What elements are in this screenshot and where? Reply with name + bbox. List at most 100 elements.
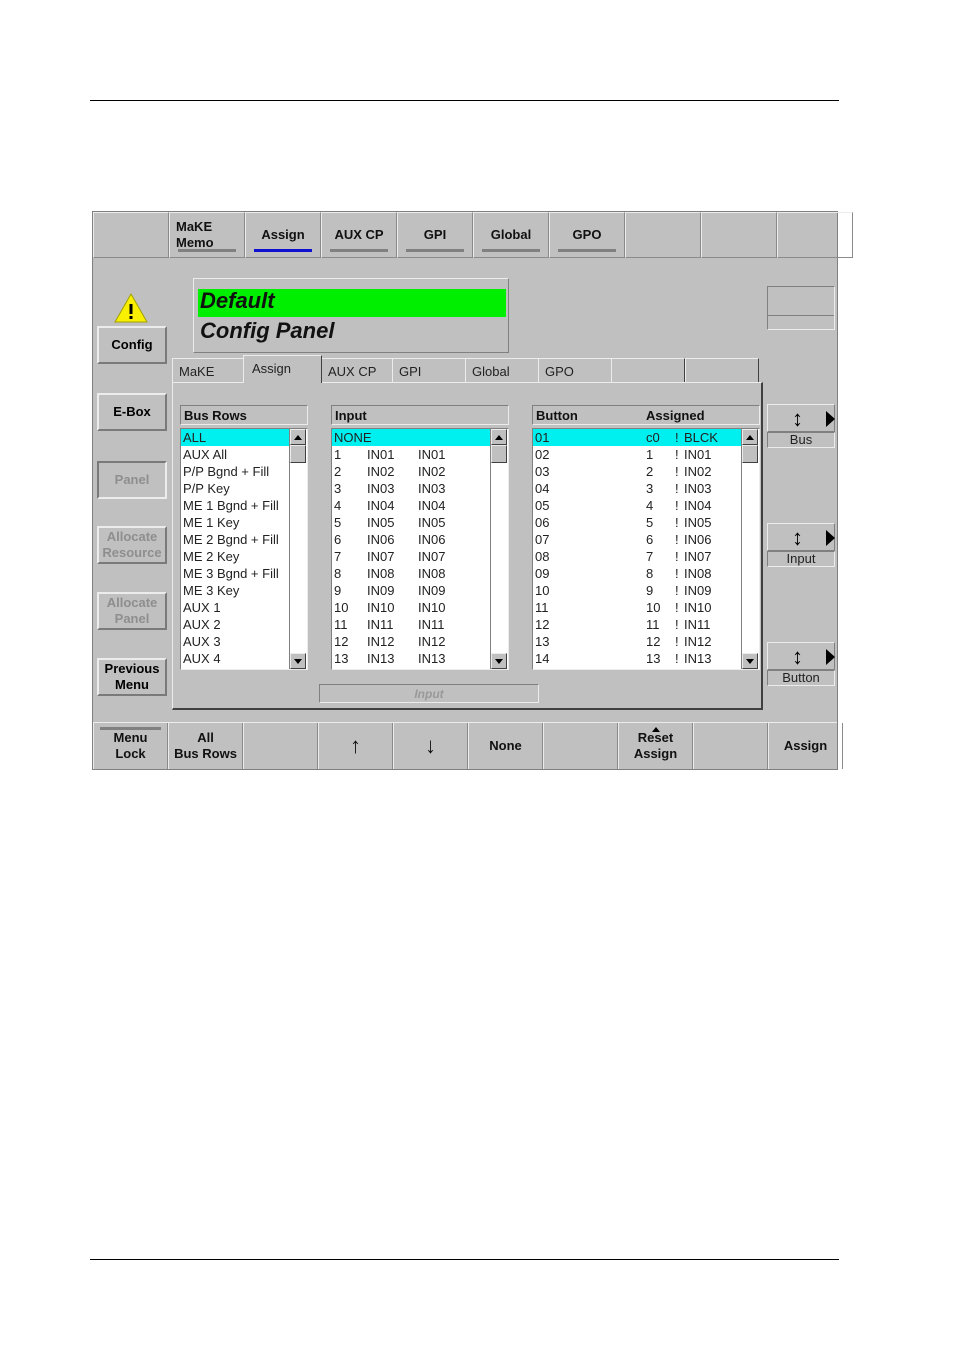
list-item[interactable]: 14 13! IN13: [533, 650, 742, 667]
list-item[interactable]: 11 IN11 IN11: [332, 616, 491, 633]
list-item[interactable]: ME 1 Bgnd + Fill: [181, 497, 290, 514]
list-item[interactable]: 6 IN06 IN06: [332, 531, 491, 548]
list-item[interactable]: 03 2! IN02: [533, 463, 742, 480]
top-menu-blank[interactable]: [777, 212, 853, 258]
list-item[interactable]: 8 IN08 IN08: [332, 565, 491, 582]
reset-assign-button[interactable]: Reset Assign: [618, 723, 693, 769]
all-bus-rows-button[interactable]: All Bus Rows: [168, 723, 243, 769]
list-item[interactable]: 5 IN05 IN05: [332, 514, 491, 531]
list-item[interactable]: AUX All: [181, 446, 290, 463]
config-button[interactable]: Config: [97, 326, 167, 364]
input-scrollbar[interactable]: [490, 429, 508, 669]
top-menu-blank[interactable]: [701, 212, 777, 258]
spinner-control[interactable]: ↕: [767, 523, 835, 551]
list-item[interactable]: 11 10! IN10: [533, 599, 742, 616]
spinner-control[interactable]: ↕: [767, 642, 835, 670]
none-button[interactable]: None: [468, 723, 543, 769]
assign-tab-panel: Bus Rows ALL AUX All P/P Bgnd + Fill P/P Ke…: [172, 382, 763, 710]
e-box-button[interactable]: E-Box: [97, 393, 167, 431]
input-field[interactable]: Input: [319, 684, 539, 703]
scroll-down-icon: [294, 659, 302, 664]
top-menu-assign[interactable]: Assign: [245, 212, 321, 258]
blank-button[interactable]: [243, 723, 318, 769]
scroll-down-button[interactable]: [491, 653, 507, 669]
button-spinner[interactable]: ↕ Button: [767, 642, 835, 686]
list-item[interactable]: 9 IN09 IN09: [332, 582, 491, 599]
list-item[interactable]: 02 1! IN01: [533, 446, 742, 463]
tab-make[interactable]: MaKE: [172, 358, 244, 382]
list-item[interactable]: 06 5! IN05: [533, 514, 742, 531]
list-item[interactable]: 3 IN03 IN03: [332, 480, 491, 497]
panel-button[interactable]: Panel: [97, 461, 167, 499]
blank-button[interactable]: [693, 723, 768, 769]
top-menu-aux-cp[interactable]: AUX CP: [321, 212, 397, 258]
list-item[interactable]: ME 2 Key: [181, 548, 290, 565]
list-item[interactable]: 12 11! IN11: [533, 616, 742, 633]
list-item[interactable]: 2 IN02 IN02: [332, 463, 491, 480]
input-spinner[interactable]: ↕ Input: [767, 523, 835, 567]
button-list[interactable]: 01 c0! BLCK 02 1! IN01 03 2! IN02 04 3! IN03 05 4! IN0…: [532, 428, 760, 670]
top-menu-make-memo[interactable]: MaKE Memo: [169, 212, 245, 258]
list-item[interactable]: AUX 2: [181, 616, 290, 633]
list-item[interactable]: ALL: [181, 429, 290, 446]
spinner-control[interactable]: ↕: [767, 404, 835, 432]
list-item[interactable]: 09 8! IN08: [533, 565, 742, 582]
list-item[interactable]: P/P Bgnd + Fill: [181, 463, 290, 480]
list-item[interactable]: AUX 4: [181, 650, 290, 667]
list-item[interactable]: 12 IN12 IN12: [332, 633, 491, 650]
tab-gpo[interactable]: GPO: [538, 358, 612, 382]
tab-global[interactable]: Global: [465, 358, 539, 382]
list-item[interactable]: ME 3 Bgnd + Fill: [181, 565, 290, 582]
top-menu-gpi[interactable]: GPI: [397, 212, 473, 258]
tab-assign[interactable]: Assign: [243, 355, 322, 383]
scroll-up-button[interactable]: [290, 429, 306, 445]
list-item[interactable]: 4 IN04 IN04: [332, 497, 491, 514]
tab-aux-cp[interactable]: AUX CP: [321, 358, 393, 382]
assign-button[interactable]: Assign: [768, 723, 843, 769]
scroll-thumb[interactable]: [742, 445, 758, 463]
scroll-thumb[interactable]: [491, 445, 507, 463]
top-menu-global[interactable]: Global: [473, 212, 549, 258]
blank-button[interactable]: [543, 723, 618, 769]
allocate-resource-button[interactable]: Allocate Resource: [97, 526, 167, 564]
scroll-up-button[interactable]: [742, 429, 758, 445]
input-list[interactable]: NONE 1 IN01 IN01 2 IN02 IN02 3 IN03 IN03 4 IN04 IN04…: [331, 428, 509, 670]
scroll-thumb[interactable]: [290, 445, 306, 463]
list-item[interactable]: P/P Key: [181, 480, 290, 497]
scroll-down-button[interactable]: [742, 653, 758, 669]
list-item[interactable]: ME 1 Key: [181, 514, 290, 531]
button-scrollbar[interactable]: [741, 429, 759, 669]
list-item[interactable]: ME 3 Key: [181, 582, 290, 599]
list-item[interactable]: 7 IN07 IN07: [332, 548, 491, 565]
list-item[interactable]: 07 6! IN06: [533, 531, 742, 548]
list-item[interactable]: 13 12! IN12: [533, 633, 742, 650]
list-item[interactable]: 10 IN10 IN10: [332, 599, 491, 616]
down-arrow-button[interactable]: ↓: [393, 723, 468, 769]
tab-blank[interactable]: [611, 358, 685, 382]
menu-lock-button[interactable]: Menu Lock: [93, 723, 168, 769]
list-item[interactable]: AUX 1: [181, 599, 290, 616]
bus-rows-scrollbar[interactable]: [289, 429, 307, 669]
up-arrow-button[interactable]: ↑: [318, 723, 393, 769]
list-item[interactable]: 13 IN13 IN13: [332, 650, 491, 667]
list-item[interactable]: 08 7! IN07: [533, 548, 742, 565]
tab-blank[interactable]: [685, 358, 759, 382]
top-menu-gpo[interactable]: GPO: [549, 212, 625, 258]
bus-spinner[interactable]: ↕ Bus: [767, 404, 835, 448]
top-menu-blank[interactable]: [93, 212, 169, 258]
scroll-down-button[interactable]: [290, 653, 306, 669]
bus-rows-list[interactable]: ALL AUX All P/P Bgnd + Fill P/P Key ME 1 Bgn…: [180, 428, 308, 670]
scroll-up-button[interactable]: [491, 429, 507, 445]
allocate-panel-button[interactable]: Allocate Panel: [97, 592, 167, 630]
list-item[interactable]: AUX 3: [181, 633, 290, 650]
list-item[interactable]: 10 9! IN09: [533, 582, 742, 599]
list-item[interactable]: 01 c0! BLCK: [533, 429, 742, 446]
previous-menu-button[interactable]: Previous Menu: [97, 658, 167, 696]
list-item[interactable]: NONE: [332, 429, 491, 446]
list-item[interactable]: 04 3! IN03: [533, 480, 742, 497]
list-item[interactable]: 1 IN01 IN01: [332, 446, 491, 463]
tab-gpi[interactable]: GPI: [392, 358, 466, 382]
top-menu-blank[interactable]: [625, 212, 701, 258]
list-item[interactable]: 05 4! IN04: [533, 497, 742, 514]
list-item[interactable]: ME 2 Bgnd + Fill: [181, 531, 290, 548]
